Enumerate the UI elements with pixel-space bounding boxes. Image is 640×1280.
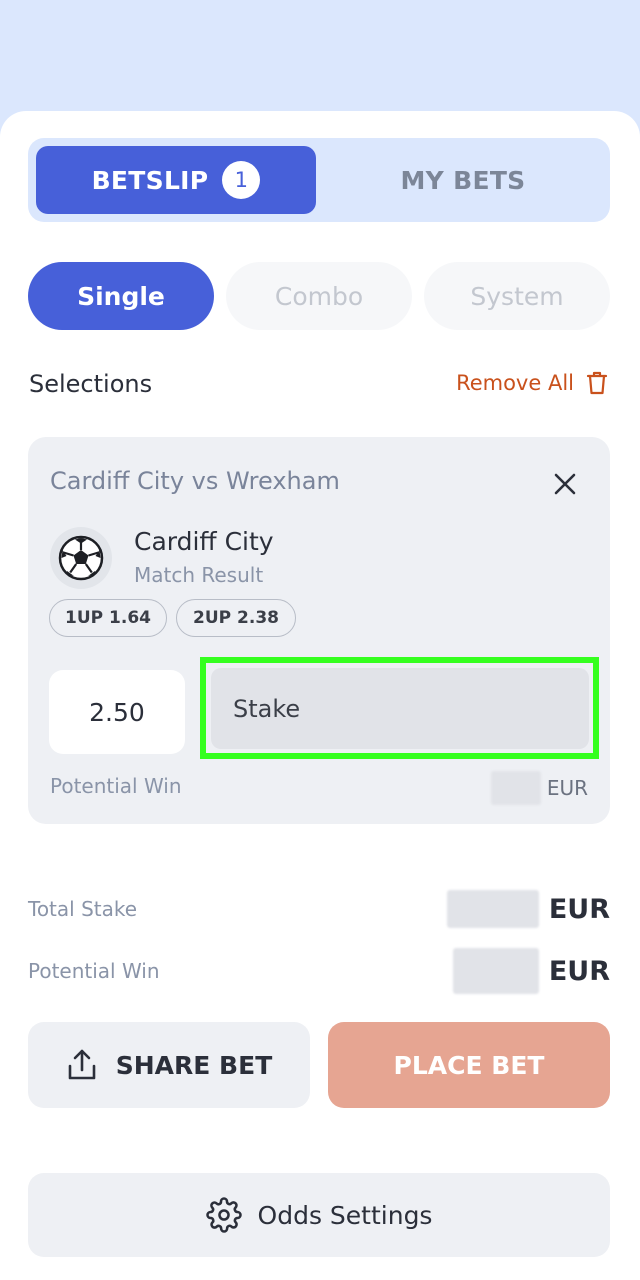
stake-input[interactable] [211,668,589,749]
bet-type-system[interactable]: System [424,262,610,330]
odds-chip-1up[interactable]: 1UP 1.64 [49,599,167,637]
stake-field-highlight [200,657,599,759]
card-potential-win-label: Potential Win [50,774,182,798]
betslip-tabs: BETSLIP 1 MY BETS [28,138,610,222]
place-bet-button[interactable]: PLACE BET [328,1022,610,1108]
total-stake-amount [446,890,539,928]
odds-settings-label: Odds Settings [257,1200,433,1230]
card-potential-win-amount [490,771,541,805]
remove-all-button[interactable]: Remove All [456,370,608,396]
share-bet-button[interactable]: SHARE BET [28,1022,310,1108]
card-potential-win-currency: EUR [546,776,588,800]
selection-odds: 2.50 [49,670,185,754]
odds-settings-button[interactable]: Odds Settings [28,1173,610,1257]
selections-title: Selections [29,370,153,398]
bet-type-single[interactable]: Single [28,262,214,330]
total-stake-label: Total Stake [28,897,138,921]
remove-all-label: Remove All [456,371,574,395]
card-potential-win-value: EUR [490,771,588,805]
selection-market: Match Result [134,563,264,587]
tab-my-bets-label: MY BETS [400,165,526,195]
event-name: Cardiff City vs Wrexham [50,467,340,495]
potential-win-value: EUR [452,948,610,994]
potential-win-amount [452,948,539,994]
trash-icon [586,371,608,395]
soccer-ball-icon [50,527,112,589]
share-icon [68,1049,96,1080]
close-icon[interactable] [550,469,580,499]
total-stake-value: EUR [446,890,610,928]
tab-betslip[interactable]: BETSLIP 1 [36,146,316,214]
bet-type-combo[interactable]: Combo [226,262,412,330]
tab-my-bets[interactable]: MY BETS [324,146,602,214]
gear-icon [205,1197,242,1233]
selection-team: Cardiff City [134,527,274,556]
selection-card: Cardiff City vs Wrexham Cardiff City Mat… [28,437,610,824]
tab-betslip-label: BETSLIP [91,165,209,195]
betslip-count-badge: 1 [222,161,261,199]
potential-win-currency: EUR [548,955,610,987]
odds-chip-2up[interactable]: 2UP 2.38 [176,599,296,637]
potential-win-label: Potential Win [28,959,160,983]
share-bet-label: SHARE BET [115,1050,273,1080]
total-stake-currency: EUR [548,893,610,925]
